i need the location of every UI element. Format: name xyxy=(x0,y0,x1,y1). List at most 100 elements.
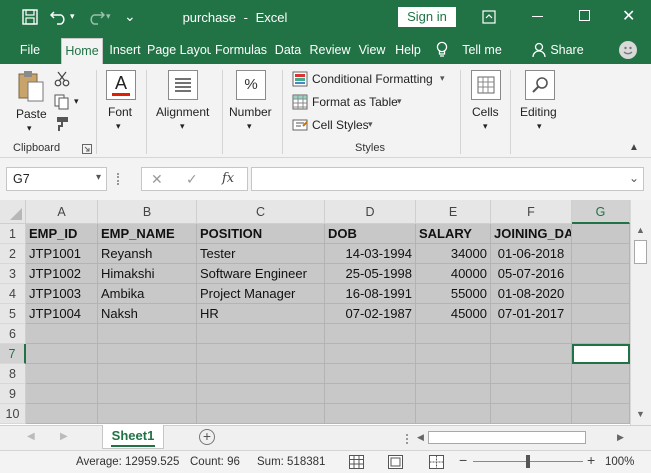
cell-g10[interactable] xyxy=(572,404,630,424)
alignment-dropdown-icon[interactable]: ▾ xyxy=(180,121,185,132)
next-sheet-icon[interactable]: ▶ xyxy=(60,431,68,442)
cell-a4[interactable]: JTP1003 xyxy=(26,284,98,304)
tab-help[interactable]: Help xyxy=(392,36,424,64)
lightbulb-icon[interactable] xyxy=(436,41,448,59)
insert-function-icon[interactable]: fx xyxy=(222,171,234,186)
vertical-scroll-thumb[interactable] xyxy=(634,240,647,264)
cell-c9[interactable] xyxy=(197,384,325,404)
editing-icon[interactable] xyxy=(525,70,555,100)
cell-f2[interactable]: 01-06-2018 xyxy=(491,244,572,264)
cell-styles-dropdown-icon[interactable]: ▾ xyxy=(368,119,373,130)
format-as-table-dropdown-icon[interactable]: ▾ xyxy=(397,96,402,107)
tab-insert[interactable]: Insert xyxy=(107,36,143,64)
cut-icon[interactable] xyxy=(54,71,70,87)
row-header-3[interactable]: 3 xyxy=(0,264,26,284)
cell-c1[interactable]: POSITION xyxy=(197,224,325,244)
cell-a7[interactable] xyxy=(26,344,98,364)
cells-icon[interactable] xyxy=(471,70,501,100)
cell-c7[interactable] xyxy=(197,344,325,364)
conditional-formatting-icon[interactable] xyxy=(292,71,308,87)
font-button[interactable]: Font xyxy=(108,105,132,119)
close-icon[interactable]: ✕ xyxy=(622,6,635,26)
expand-formula-bar-icon[interactable]: ⌄ xyxy=(629,171,639,185)
formula-input[interactable]: ⌄ xyxy=(251,167,644,191)
name-box[interactable]: G7 ▾ xyxy=(6,167,107,191)
cell-f9[interactable] xyxy=(491,384,572,404)
cell-g6[interactable] xyxy=(572,324,630,344)
tab-home[interactable]: Home xyxy=(61,38,103,64)
cell-g2[interactable] xyxy=(572,244,630,264)
minimize-icon[interactable] xyxy=(532,16,543,17)
format-as-table-icon[interactable] xyxy=(292,94,308,110)
font-dropdown-icon[interactable]: ▾ xyxy=(116,121,121,132)
vertical-scrollbar[interactable]: ▲ ▼ xyxy=(630,200,651,425)
row-header-5[interactable]: 5 xyxy=(0,304,26,324)
tell-me-search[interactable]: Tell me xyxy=(458,36,506,64)
cell-a1[interactable]: EMP_ID xyxy=(26,224,98,244)
cell-b5[interactable]: Naksh xyxy=(98,304,197,324)
cell-f5[interactable]: 07-01-2017 xyxy=(491,304,572,324)
paste-button[interactable]: Paste xyxy=(16,107,47,121)
cell-c2[interactable]: Tester xyxy=(197,244,325,264)
share-button[interactable]: Share xyxy=(550,36,584,64)
editing-dropdown-icon[interactable]: ▾ xyxy=(537,121,542,132)
tab-review[interactable]: Review xyxy=(308,36,352,64)
cancel-icon[interactable]: ✕ xyxy=(151,171,163,188)
editing-button[interactable]: Editing xyxy=(520,105,557,119)
name-box-dropdown-icon[interactable]: ▾ xyxy=(96,172,101,183)
cell-g4[interactable] xyxy=(572,284,630,304)
cell-e1[interactable]: SALARY xyxy=(416,224,491,244)
zoom-out-button[interactable]: − xyxy=(459,452,467,468)
scroll-up-icon[interactable]: ▲ xyxy=(636,225,645,235)
cell-d10[interactable] xyxy=(325,404,416,424)
cell-f4[interactable]: 01-08-2020 xyxy=(491,284,572,304)
column-header-a[interactable]: A xyxy=(26,200,98,224)
cell-a8[interactable] xyxy=(26,364,98,384)
select-all-corner[interactable] xyxy=(0,200,26,224)
number-dropdown-icon[interactable]: ▾ xyxy=(247,121,252,132)
cell-d3[interactable]: 25-05-1998 xyxy=(325,264,416,284)
row-header-10[interactable]: 10 xyxy=(0,404,26,424)
conditional-formatting-button[interactable]: Conditional Formatting xyxy=(312,72,433,86)
cell-d9[interactable] xyxy=(325,384,416,404)
cell-e9[interactable] xyxy=(416,384,491,404)
cell-c10[interactable] xyxy=(197,404,325,424)
cell-e5[interactable]: 45000 xyxy=(416,304,491,324)
cell-e3[interactable]: 40000 xyxy=(416,264,491,284)
cell-f10[interactable] xyxy=(491,404,572,424)
page-layout-view-icon[interactable] xyxy=(388,455,403,469)
tab-formulas[interactable]: Formulas xyxy=(214,36,268,64)
cells-dropdown-icon[interactable]: ▾ xyxy=(483,121,488,132)
collapse-ribbon-icon[interactable]: ▲ xyxy=(629,142,639,153)
tab-file[interactable]: File xyxy=(12,36,48,64)
share-icon[interactable] xyxy=(532,42,546,58)
active-cell-g7[interactable] xyxy=(572,344,630,364)
scroll-right-icon[interactable]: ▶ xyxy=(617,432,624,443)
column-header-e[interactable]: E xyxy=(416,200,491,224)
cell-c5[interactable]: HR xyxy=(197,304,325,324)
cell-c6[interactable] xyxy=(197,324,325,344)
cell-b8[interactable] xyxy=(98,364,197,384)
cell-g9[interactable] xyxy=(572,384,630,404)
clipboard-launcher-icon[interactable] xyxy=(82,144,92,154)
cell-styles-icon[interactable] xyxy=(292,117,308,133)
zoom-slider-thumb[interactable] xyxy=(526,455,530,468)
cell-d6[interactable] xyxy=(325,324,416,344)
page-break-view-icon[interactable] xyxy=(429,455,444,469)
column-header-g[interactable]: G xyxy=(572,200,630,224)
cell-e8[interactable] xyxy=(416,364,491,384)
cell-b10[interactable] xyxy=(98,404,197,424)
row-header-8[interactable]: 8 xyxy=(0,364,26,384)
column-header-c[interactable]: C xyxy=(197,200,325,224)
format-as-table-button[interactable]: Format as Table xyxy=(312,95,398,109)
sheet-tab-sheet1[interactable]: Sheet1 xyxy=(102,425,164,449)
cell-g5[interactable] xyxy=(572,304,630,324)
cell-a3[interactable]: JTP1002 xyxy=(26,264,98,284)
prev-sheet-icon[interactable]: ◀ xyxy=(27,431,35,442)
cell-a9[interactable] xyxy=(26,384,98,404)
cell-b7[interactable] xyxy=(98,344,197,364)
cell-d2[interactable]: 14-03-1994 xyxy=(325,244,416,264)
sign-in-button[interactable]: Sign in xyxy=(398,7,456,27)
cell-b4[interactable]: Ambika xyxy=(98,284,197,304)
horizontal-scroll-thumb[interactable] xyxy=(428,431,586,444)
